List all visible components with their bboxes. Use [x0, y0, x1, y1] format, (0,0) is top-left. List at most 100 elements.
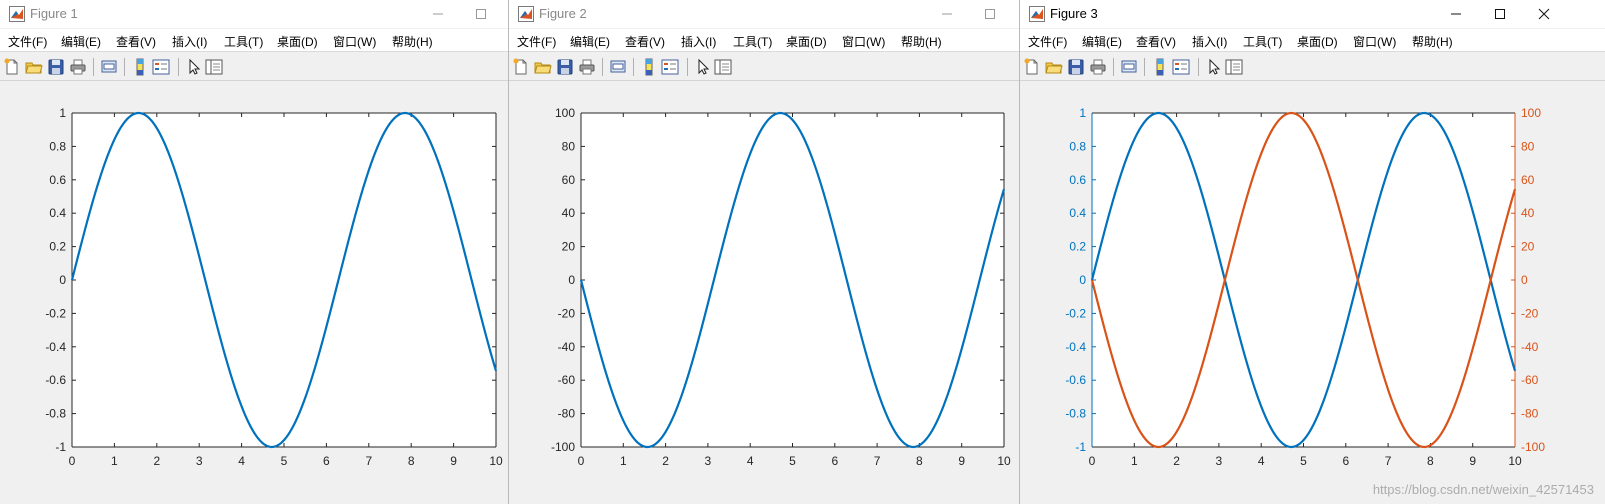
- x-tick-label: 6: [323, 454, 330, 468]
- x-tick-label: 1: [620, 454, 627, 468]
- save-icon[interactable]: [1067, 58, 1085, 76]
- y-tick-label: 0.2: [49, 240, 66, 254]
- menu-view[interactable]: 查看(V): [625, 33, 665, 50]
- open-file-icon[interactable]: [534, 58, 552, 76]
- menu-tools[interactable]: 工具(T): [733, 33, 772, 50]
- edit-plot-cursor-icon[interactable]: [694, 58, 712, 76]
- menu-view[interactable]: 查看(V): [1136, 33, 1176, 50]
- insert-colorbar-icon[interactable]: [131, 58, 149, 76]
- menu-insert[interactable]: 插入(I): [681, 33, 716, 50]
- menu-window[interactable]: 窗口(W): [1353, 33, 1396, 50]
- menu-edit[interactable]: 编辑(E): [1082, 33, 1122, 50]
- x-tick-label: 9: [1469, 454, 1476, 468]
- y-tick-label: 80: [562, 139, 576, 153]
- title-bar[interactable]: Figure 3: [1020, 0, 1605, 28]
- menu-file[interactable]: 文件(F): [8, 33, 47, 50]
- insert-colorbar-icon[interactable]: [1151, 58, 1169, 76]
- minimize-button[interactable]: [1434, 0, 1478, 28]
- minimize-icon: [433, 13, 443, 15]
- x-tick-label: 3: [196, 454, 203, 468]
- insert-colorbar-icon[interactable]: [640, 58, 658, 76]
- menu-view[interactable]: 查看(V): [116, 33, 156, 50]
- y-tick-label: 0: [568, 273, 575, 287]
- y2-tick-label: -100: [1521, 440, 1545, 454]
- figure-canvas: 0 1 2 3 4 5 6 7 8 9 10-1-0.8-0.6-0.4-0.200.20.40.6…: [1065, 106, 1545, 468]
- maximize-icon: [1495, 9, 1505, 19]
- y-tick-label: 0.6: [1069, 173, 1086, 187]
- property-inspector-icon[interactable]: [714, 58, 732, 76]
- save-icon[interactable]: [556, 58, 574, 76]
- maximize-button[interactable]: [968, 0, 1012, 28]
- print-preview-icon[interactable]: [609, 58, 627, 76]
- x-tick-label: 8: [1427, 454, 1434, 468]
- menu-insert[interactable]: 插入(I): [1192, 33, 1227, 50]
- matlab-logo-icon: [518, 6, 534, 22]
- figure-canvas: 0 1 2 3 4 5 6 7 8 9 10 -100 -80 -60 -40 -20 0 20 40 60 80 100: [551, 106, 1011, 468]
- close-button[interactable]: [1522, 0, 1566, 28]
- menu-edit[interactable]: 编辑(E): [61, 33, 101, 50]
- x-tick-label: 5: [789, 454, 796, 468]
- new-figure-icon[interactable]: [3, 58, 21, 76]
- property-inspector-icon[interactable]: [205, 58, 223, 76]
- print-icon[interactable]: [1089, 58, 1107, 76]
- menu-desktop[interactable]: 桌面(D): [786, 33, 827, 50]
- print-preview-icon[interactable]: [100, 58, 118, 76]
- figure-canvas: 0 1 2 3 4 5 6 7 8 9 10-1-0.8-0.6-0.4-0.200.20.40.6…: [45, 106, 503, 468]
- menu-file[interactable]: 文件(F): [517, 33, 556, 50]
- open-file-icon[interactable]: [25, 58, 43, 76]
- save-icon[interactable]: [47, 58, 65, 76]
- menu-desktop[interactable]: 桌面(D): [277, 33, 318, 50]
- insert-legend-icon[interactable]: [152, 58, 170, 76]
- y2-tick-label: 60: [1521, 173, 1535, 187]
- open-file-icon[interactable]: [1045, 58, 1063, 76]
- menu-insert[interactable]: 插入(I): [172, 33, 207, 50]
- toolbar-separator: [178, 58, 179, 76]
- print-icon[interactable]: [69, 58, 87, 76]
- title-bar[interactable]: Figure 1: [0, 0, 508, 28]
- print-icon[interactable]: [578, 58, 596, 76]
- menu-tools[interactable]: 工具(T): [1243, 33, 1282, 50]
- menu-window[interactable]: 窗口(W): [333, 33, 376, 50]
- x-tick-label: 4: [238, 454, 245, 468]
- maximize-button[interactable]: [1478, 0, 1522, 28]
- y-tick-label: -0.8: [1065, 407, 1086, 421]
- toolbar-separator: [124, 58, 125, 76]
- figure-toolbar: [1020, 54, 1605, 81]
- minimize-icon: [1451, 13, 1461, 15]
- menu-desktop[interactable]: 桌面(D): [1297, 33, 1338, 50]
- menu-help[interactable]: 帮助(H): [901, 33, 942, 50]
- edit-plot-cursor-icon[interactable]: [185, 58, 203, 76]
- new-figure-icon[interactable]: [1023, 58, 1041, 76]
- y-tick-label: -40: [558, 340, 576, 354]
- y2-tick-label: 0: [1521, 273, 1528, 287]
- menu-tools[interactable]: 工具(T): [224, 33, 263, 50]
- y2-tick-label: 80: [1521, 139, 1535, 153]
- property-inspector-icon[interactable]: [1225, 58, 1243, 76]
- minimize-button[interactable]: [925, 0, 969, 28]
- insert-legend-icon[interactable]: [1172, 58, 1190, 76]
- maximize-icon: [476, 9, 486, 19]
- insert-legend-icon[interactable]: [661, 58, 679, 76]
- y-tick-label: 0.4: [1069, 206, 1086, 220]
- menu-edit[interactable]: 编辑(E): [570, 33, 610, 50]
- menu-help[interactable]: 帮助(H): [392, 33, 433, 50]
- menu-file[interactable]: 文件(F): [1028, 33, 1067, 50]
- y2-tick-label: -20: [1521, 306, 1539, 320]
- x-tick-label: 7: [1385, 454, 1392, 468]
- x-tick-label: 7: [874, 454, 881, 468]
- menu-window[interactable]: 窗口(W): [842, 33, 885, 50]
- y2-tick-label: -80: [1521, 407, 1539, 421]
- minimize-button[interactable]: [416, 0, 460, 28]
- edit-plot-cursor-icon[interactable]: [1205, 58, 1223, 76]
- menu-help[interactable]: 帮助(H): [1412, 33, 1453, 50]
- x-tick-label: 10: [489, 454, 503, 468]
- maximize-button[interactable]: [459, 0, 503, 28]
- y-tick-label: -0.6: [1065, 373, 1086, 387]
- window-title: Figure 1: [30, 6, 78, 21]
- title-bar[interactable]: Figure 2: [509, 0, 1020, 28]
- close-icon: [1538, 8, 1550, 20]
- new-figure-icon[interactable]: [512, 58, 530, 76]
- x-tick-label: 10: [997, 454, 1011, 468]
- y2-tick-label: -40: [1521, 340, 1539, 354]
- print-preview-icon[interactable]: [1120, 58, 1138, 76]
